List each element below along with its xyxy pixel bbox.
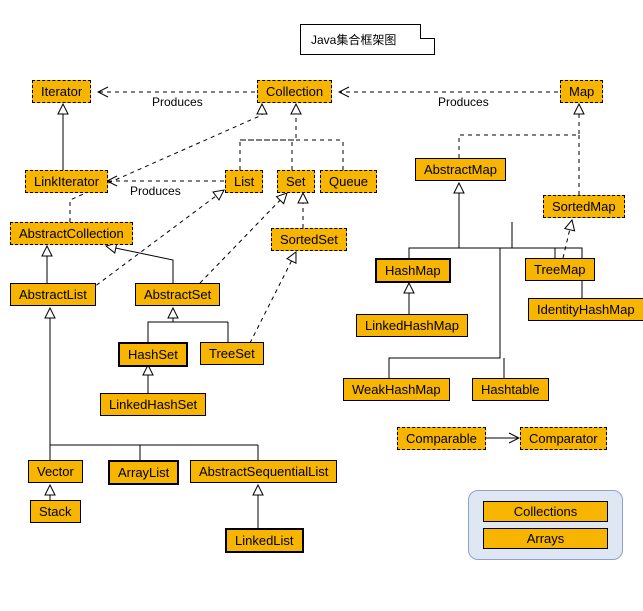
text: Iterator: [41, 84, 82, 99]
node-sortedset: SortedSet: [271, 228, 347, 251]
text: AbstractList: [19, 287, 87, 302]
node-arraylist: ArrayList: [108, 460, 179, 485]
edge-label-produces-1: Produces: [152, 95, 203, 109]
node-weakhashmap: WeakHashMap: [343, 378, 450, 401]
node-treeset: TreeSet: [200, 342, 264, 365]
text: LinkedList: [235, 533, 294, 548]
text: ArrayList: [118, 465, 169, 480]
node-comparator: Comparator: [520, 427, 607, 450]
node-linkiterator: LinkIterator: [25, 170, 108, 193]
text: AbstractCollection: [19, 226, 124, 241]
text: LinkIterator: [34, 174, 99, 189]
node-linkedhashmap: LinkedHashMap: [356, 314, 468, 337]
legend-arrays: Arrays: [483, 528, 608, 549]
legend-box: Collections Arrays: [468, 490, 623, 560]
node-list: List: [225, 170, 263, 193]
node-map: Map: [560, 80, 603, 103]
node-identityhashmap: IdentityHashMap: [528, 298, 643, 321]
node-treemap: TreeMap: [525, 258, 595, 281]
node-hashtable: Hashtable: [472, 378, 549, 401]
note-corner-icon: [420, 24, 435, 39]
node-hashmap: HashMap: [375, 258, 451, 283]
node-linkedlist: LinkedList: [225, 528, 304, 553]
node-queue: Queue: [320, 170, 377, 193]
text: HashSet: [128, 347, 178, 362]
node-abstractmap: AbstractMap: [415, 158, 506, 181]
node-abstractcollection: AbstractCollection: [10, 222, 133, 245]
diagram-title: Java集合框架图: [311, 33, 396, 47]
node-collection: Collection: [257, 80, 332, 103]
node-linkedhashset: LinkedHashSet: [100, 393, 206, 416]
text: Comparator: [529, 431, 598, 446]
node-stack: Stack: [30, 500, 81, 523]
text: List: [234, 174, 254, 189]
text: Hashtable: [481, 382, 540, 397]
node-abstractsequentiallist: AbstractSequentialList: [190, 460, 337, 483]
text: AbstractSet: [144, 287, 211, 302]
node-set: Set: [277, 170, 315, 193]
text: AbstractSequentialList: [199, 464, 328, 479]
text: WeakHashMap: [352, 382, 441, 397]
text: LinkedHashSet: [109, 397, 197, 412]
text: Collections: [514, 504, 578, 519]
text: Map: [569, 84, 594, 99]
node-iterator: Iterator: [32, 80, 91, 103]
text: TreeSet: [209, 346, 255, 361]
node-sortedmap: SortedMap: [543, 195, 625, 218]
diagram-title-note: Java集合框架图: [300, 24, 435, 55]
node-abstractset: AbstractSet: [135, 283, 220, 306]
text: IdentityHashMap: [537, 302, 635, 317]
node-comparable: Comparable: [397, 427, 486, 450]
text: Comparable: [406, 431, 477, 446]
text: Collection: [266, 84, 323, 99]
edge-label-produces-3: Produces: [130, 184, 181, 198]
text: SortedSet: [280, 232, 338, 247]
edge-label-produces-2: Produces: [438, 95, 489, 109]
text: Queue: [329, 174, 368, 189]
node-vector: Vector: [28, 460, 83, 483]
text: SortedMap: [552, 199, 616, 214]
text: Arrays: [527, 531, 565, 546]
text: Vector: [37, 464, 74, 479]
text: HashMap: [385, 263, 441, 278]
text: Stack: [39, 504, 72, 519]
text: AbstractMap: [424, 162, 497, 177]
diagram-canvas: Java集合框架图: [0, 0, 643, 611]
node-abstractlist: AbstractList: [10, 283, 96, 306]
legend-collections: Collections: [483, 501, 608, 522]
text: TreeMap: [534, 262, 586, 277]
node-hashset: HashSet: [118, 342, 188, 367]
text: Set: [286, 174, 306, 189]
text: LinkedHashMap: [365, 318, 459, 333]
